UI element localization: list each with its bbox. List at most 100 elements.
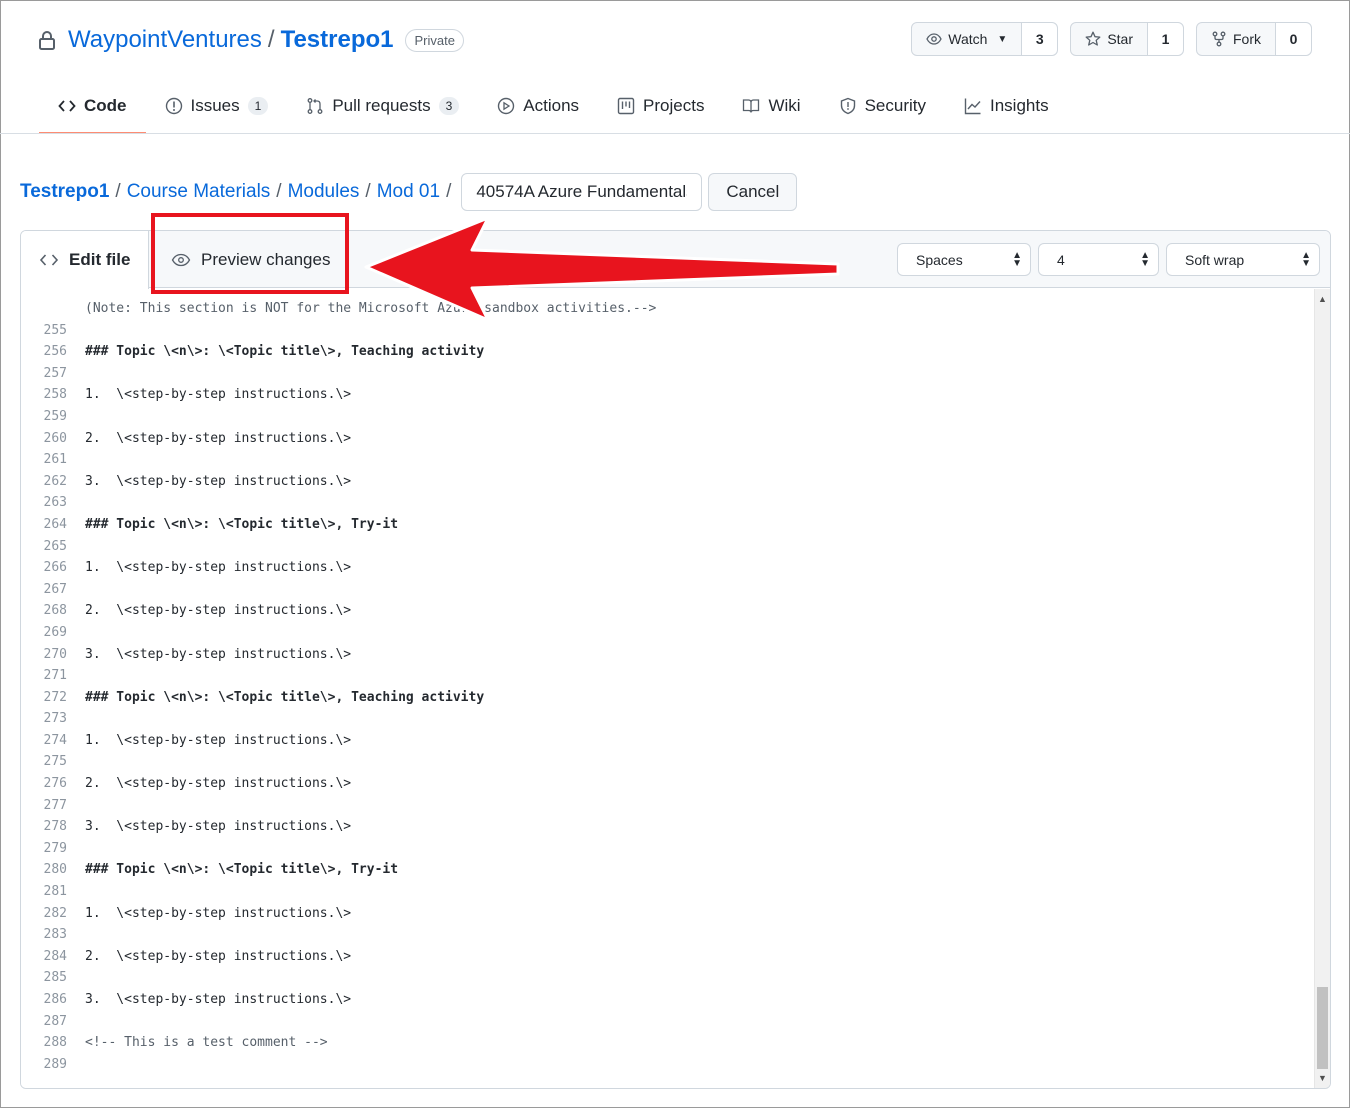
code-editor[interactable]: (Note: This section is NOT for the Micro…	[21, 289, 1314, 1088]
code-line[interactable]: 266 1. \<step-by-step instructions.\>	[21, 557, 1314, 579]
tab-edit-file-label: Edit file	[69, 250, 131, 269]
line-number: 281	[43, 884, 67, 900]
code-line[interactable]: 257	[21, 363, 1314, 385]
scroll-up-icon[interactable]: ▲	[1315, 291, 1330, 307]
wrap-mode-select[interactable]: Soft wrap ▲ ▼	[1166, 243, 1320, 276]
tab-preview-changes[interactable]: Preview changes	[149, 231, 330, 288]
repo-owner-link[interactable]: WaypointVentures	[68, 26, 262, 54]
star-label: Star	[1107, 31, 1133, 47]
code-line[interactable]: 256 ### Topic \<n\>: \<Topic title\>, Tea…	[21, 341, 1314, 363]
code-line[interactable]: 271	[21, 665, 1314, 687]
indent-mode-select[interactable]: Spaces ▲ ▼	[897, 243, 1031, 276]
line-number: 270	[43, 646, 67, 662]
nav-divider	[0, 133, 1350, 134]
code-line[interactable]: 288 <!-- This is a test comment -->	[21, 1032, 1314, 1054]
watch-button-group: Watch ▼ 3	[911, 22, 1059, 56]
repo-name-link[interactable]: Testrepo1	[281, 26, 394, 54]
code-line[interactable]: 281	[21, 881, 1314, 903]
tab-insights[interactable]: Insights	[945, 78, 1068, 134]
code-line[interactable]: 278 3. \<step-by-step instructions.\>	[21, 816, 1314, 838]
code-line[interactable]: 260 2. \<step-by-step instructions.\>	[21, 428, 1314, 450]
tab-actions[interactable]: Actions	[478, 78, 598, 134]
code-line[interactable]: 282 1. \<step-by-step instructions.\>	[21, 903, 1314, 925]
tab-edit-file[interactable]: Edit file	[21, 231, 149, 289]
code-line[interactable]: 279	[21, 838, 1314, 860]
indent-size-select[interactable]: 4 ▲ ▼	[1038, 243, 1159, 276]
tab-pull-requests[interactable]: Pull requests 3	[287, 78, 478, 134]
line-number: 285	[43, 970, 67, 986]
line-number: 289	[43, 1056, 67, 1072]
code-line[interactable]: (Note: This section is NOT for the Micro…	[21, 298, 1314, 320]
issue-icon	[165, 97, 182, 115]
tab-wiki-label: Wiki	[768, 96, 801, 115]
tab-pull-requests-label: Pull requests	[332, 96, 431, 115]
line-number: 277	[43, 797, 67, 813]
repo-nav: Code Issues 1 Pull requests 3 Actions Pr…	[39, 78, 1068, 134]
line-number	[21, 298, 73, 320]
tab-issues[interactable]: Issues 1	[146, 78, 288, 134]
scrollbar-thumb[interactable]	[1317, 987, 1328, 1069]
code-line[interactable]: 268 2. \<step-by-step instructions.\>	[21, 600, 1314, 622]
breadcrumb-modules-link[interactable]: Modules	[288, 181, 360, 203]
watch-count[interactable]: 3	[1021, 23, 1058, 55]
code-line[interactable]: 283	[21, 924, 1314, 946]
tab-code[interactable]: Code	[39, 78, 146, 134]
code-line[interactable]: 284 2. \<step-by-step instructions.\>	[21, 946, 1314, 968]
code-line[interactable]: 285	[21, 967, 1314, 989]
code-text: 1. \<step-by-step instructions.\>	[85, 905, 352, 921]
code-line[interactable]: 277	[21, 795, 1314, 817]
star-count[interactable]: 1	[1147, 23, 1183, 55]
editor-scrollbar[interactable]: ▲ ▼	[1314, 289, 1330, 1088]
code-line[interactable]: 275	[21, 751, 1314, 773]
line-number: 284	[43, 948, 67, 964]
breadcrumb-course-materials-link[interactable]: Course Materials	[127, 181, 271, 203]
tab-code-label: Code	[84, 96, 127, 115]
code-line[interactable]: 273	[21, 708, 1314, 730]
tab-projects[interactable]: Projects	[598, 78, 723, 134]
star-icon	[1085, 31, 1101, 46]
breadcrumb-root-link[interactable]: Testrepo1	[20, 181, 109, 203]
code-line[interactable]: 286 3. \<step-by-step instructions.\>	[21, 989, 1314, 1011]
code-line[interactable]: 287	[21, 1011, 1314, 1033]
line-number: 278	[43, 819, 67, 835]
code-text: 2. \<step-by-step instructions.\>	[85, 603, 352, 619]
tab-security[interactable]: Security	[820, 78, 945, 134]
code-line[interactable]: 255	[21, 320, 1314, 342]
line-number: 271	[43, 668, 67, 684]
code-line[interactable]: 269	[21, 622, 1314, 644]
code-line[interactable]: 258 1. \<step-by-step instructions.\>	[21, 384, 1314, 406]
code-icon	[39, 254, 59, 266]
star-button[interactable]: Star	[1071, 23, 1147, 55]
code-line[interactable]: 265	[21, 536, 1314, 558]
code-text: 3. \<step-by-step instructions.\>	[85, 473, 352, 489]
tab-wiki[interactable]: Wiki	[723, 78, 819, 134]
filename-input[interactable]	[461, 173, 703, 211]
line-number: 282	[43, 905, 67, 921]
tab-projects-label: Projects	[643, 96, 705, 115]
code-line[interactable]: 276 2. \<step-by-step instructions.\>	[21, 773, 1314, 795]
fork-button[interactable]: Fork	[1197, 23, 1275, 55]
breadcrumb-mod-01-link[interactable]: Mod 01	[377, 181, 440, 203]
watch-button[interactable]: Watch ▼	[912, 23, 1021, 55]
code-line[interactable]: 264 ### Topic \<n\>: \<Topic title\>, Try…	[21, 514, 1314, 536]
fork-button-group: Fork 0	[1196, 22, 1312, 56]
code-line[interactable]: 274 1. \<step-by-step instructions.\>	[21, 730, 1314, 752]
line-number: 258	[43, 387, 67, 403]
cancel-button[interactable]: Cancel	[708, 173, 798, 211]
code-line[interactable]: 280 ### Topic \<n\>: \<Topic title\>, Try…	[21, 859, 1314, 881]
code-line[interactable]: 267	[21, 579, 1314, 601]
code-line[interactable]: 289	[21, 1054, 1314, 1076]
code-line[interactable]: 259	[21, 406, 1314, 428]
code-line[interactable]: 263	[21, 492, 1314, 514]
code-line[interactable]: 272 ### Topic \<n\>: \<Topic title\>, Tea…	[21, 687, 1314, 709]
breadcrumb-separator: /	[446, 181, 452, 202]
code-line[interactable]: 262 3. \<step-by-step instructions.\>	[21, 471, 1314, 493]
code-line[interactable]: 261	[21, 449, 1314, 471]
scroll-down-icon[interactable]: ▼	[1315, 1070, 1330, 1086]
fork-count[interactable]: 0	[1275, 23, 1311, 55]
code-line[interactable]: 270 3. \<step-by-step instructions.\>	[21, 644, 1314, 666]
